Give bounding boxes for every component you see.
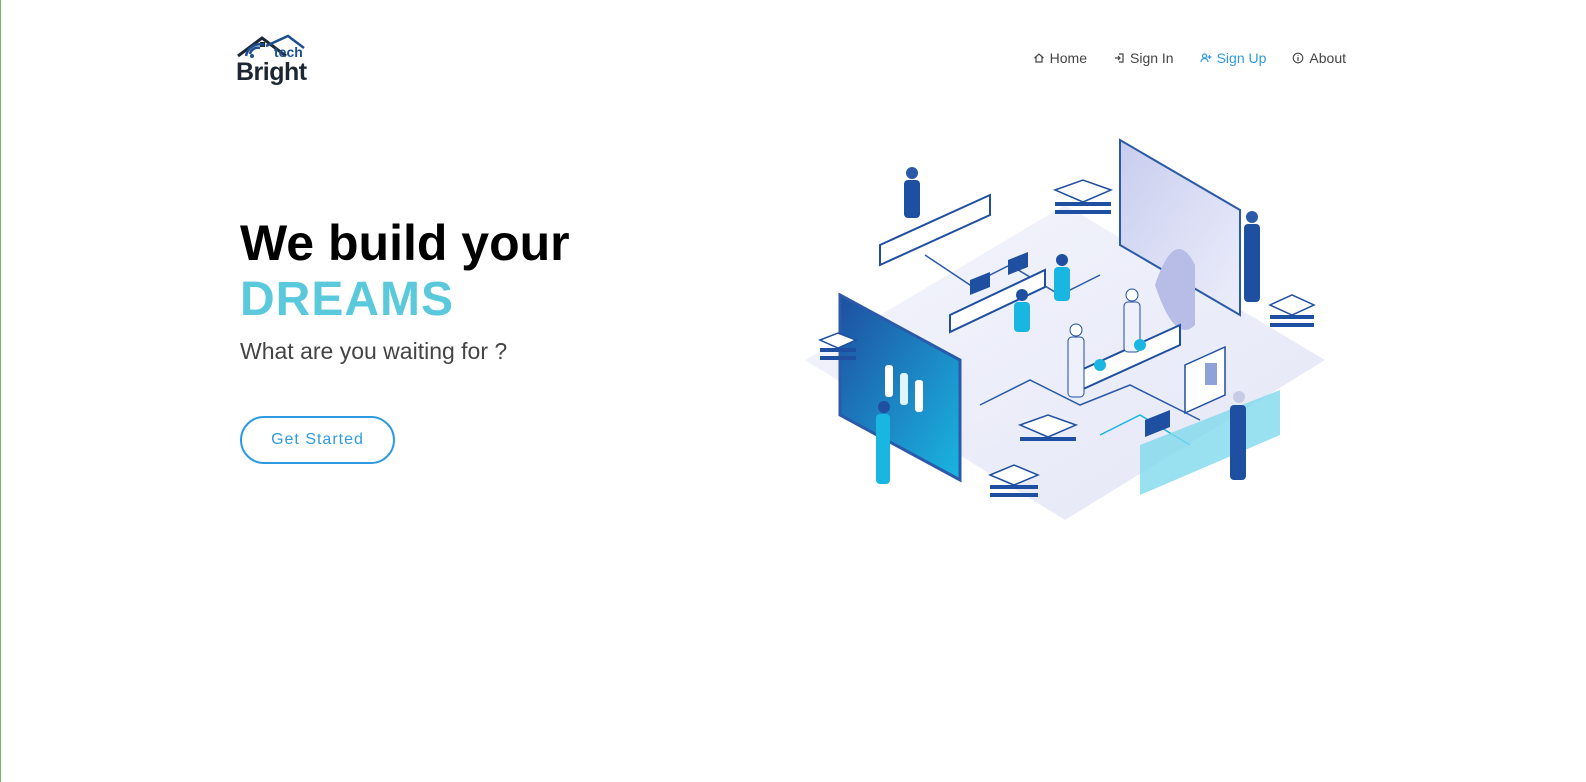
nav-home-label: Home bbox=[1049, 50, 1087, 66]
home-icon bbox=[1033, 53, 1044, 63]
hero-isometric-illustration bbox=[805, 138, 1325, 520]
nav-home[interactable]: Home bbox=[1033, 50, 1087, 66]
hero-accent-text: DREAMS bbox=[240, 273, 455, 326]
nav-sign-in[interactable]: Sign In bbox=[1113, 50, 1174, 66]
nav-sign-up[interactable]: Sign Up bbox=[1199, 50, 1267, 66]
get-started-button[interactable]: Get Started bbox=[240, 416, 395, 464]
sign-in-icon bbox=[1115, 53, 1124, 63]
hero-title: We build your bbox=[240, 215, 570, 271]
logo-word-text: Bright bbox=[236, 58, 307, 86]
main-nav: Home Sign In Sign Up About bbox=[1033, 50, 1346, 66]
nav-sign-up-label: Sign Up bbox=[1216, 50, 1267, 66]
window-left-border bbox=[0, 0, 1, 782]
nav-about-label: About bbox=[1309, 50, 1346, 66]
nav-about[interactable]: About bbox=[1292, 50, 1346, 66]
nav-sign-in-label: Sign In bbox=[1130, 50, 1174, 66]
info-icon bbox=[1293, 52, 1304, 64]
hero-subtitle: What are you waiting for ? bbox=[240, 338, 508, 364]
brand-logo[interactable]: tech Bright bbox=[236, 34, 308, 90]
user-plus-icon bbox=[1199, 53, 1212, 63]
